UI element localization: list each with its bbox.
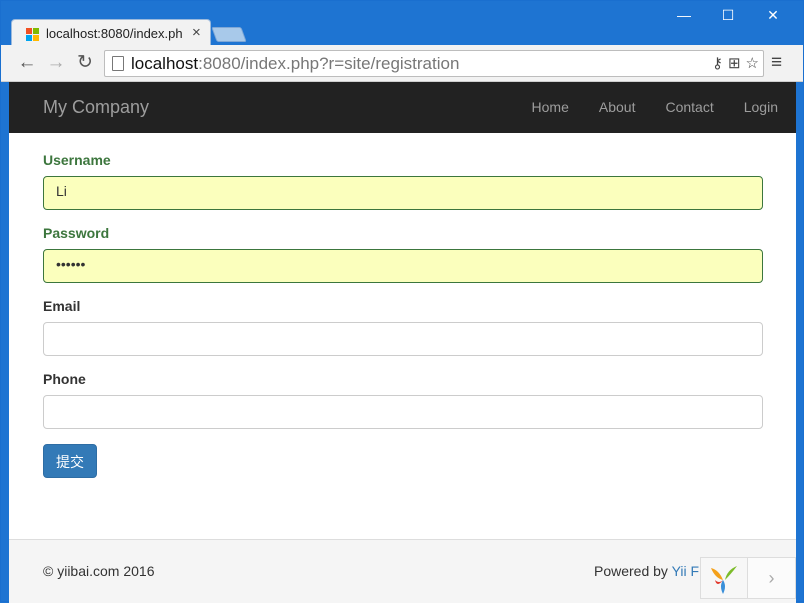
tab-title: localhost:8080/index.ph (46, 26, 183, 41)
web-page: My Company Home About Contact Login Usernam… (9, 82, 796, 603)
minimize-icon[interactable]: — (664, 5, 704, 25)
powered-by-text: Powered by Yii F (594, 563, 700, 579)
reload-icon[interactable]: ↻ (73, 52, 97, 74)
new-tab-button[interactable] (211, 27, 247, 42)
window-close-icon[interactable]: ✕ (753, 5, 793, 25)
maximize-icon[interactable]: ☐ (708, 5, 748, 25)
nav-login[interactable]: Login (744, 99, 778, 115)
page-footer: © yiibai.com 2016 Powered by Yii F › (9, 539, 796, 603)
phone-label: Phone (43, 371, 86, 387)
email-group: Email (43, 298, 763, 356)
brand-link[interactable]: My Company (43, 97, 149, 118)
menu-icon[interactable]: ≡ (771, 52, 782, 74)
nav-contact[interactable]: Contact (665, 99, 713, 115)
tab-strip: localhost:8080/index.ph × — ☐ ✕ (1, 1, 803, 46)
nav-about[interactable]: About (599, 99, 636, 115)
email-input[interactable] (43, 322, 763, 356)
favicon-icon (26, 28, 39, 41)
username-group: Username Li (43, 152, 763, 210)
chevron-right-icon[interactable]: › (748, 557, 796, 599)
email-label: Email (43, 298, 81, 314)
back-icon[interactable]: ← (15, 52, 39, 74)
browser-toolbar: ← → ↻ localhost:8080/index.php?r=site/re… (1, 45, 803, 82)
username-input[interactable]: Li (43, 176, 763, 210)
address-url[interactable]: localhost:8080/index.php?r=site/registra… (131, 54, 459, 74)
nav-home[interactable]: Home (532, 99, 569, 115)
star-icon[interactable]: ☆ (746, 55, 759, 72)
translate-icon[interactable]: ⊞ (728, 55, 741, 72)
nav-links: Home About Contact Login (502, 99, 778, 115)
forward-icon[interactable]: → (44, 52, 68, 74)
phone-group: Phone (43, 371, 763, 429)
site-navbar: My Company Home About Contact Login (9, 82, 796, 133)
copyright-text: © yiibai.com 2016 (43, 563, 155, 579)
browser-window: localhost:8080/index.ph × — ☐ ✕ ← → ↻ lo… (0, 0, 804, 603)
address-bar[interactable]: localhost:8080/index.php?r=site/registra… (104, 50, 764, 77)
key-icon[interactable]: ⚷ (712, 55, 723, 72)
phone-input[interactable] (43, 395, 763, 429)
submit-button[interactable]: 提交 (43, 444, 97, 478)
username-label: Username (43, 152, 111, 168)
browser-tab[interactable]: localhost:8080/index.ph × (11, 19, 211, 46)
tab-close-icon[interactable]: × (192, 24, 201, 41)
yii-logo-icon[interactable] (700, 557, 748, 599)
password-group: Password •••••• (43, 225, 763, 283)
password-label: Password (43, 225, 110, 241)
yii-link[interactable]: Yii F (672, 563, 699, 579)
password-input[interactable]: •••••• (43, 249, 763, 283)
registration-form: Username Li Password •••••• Email Phone … (43, 152, 763, 478)
page-icon (112, 56, 124, 71)
